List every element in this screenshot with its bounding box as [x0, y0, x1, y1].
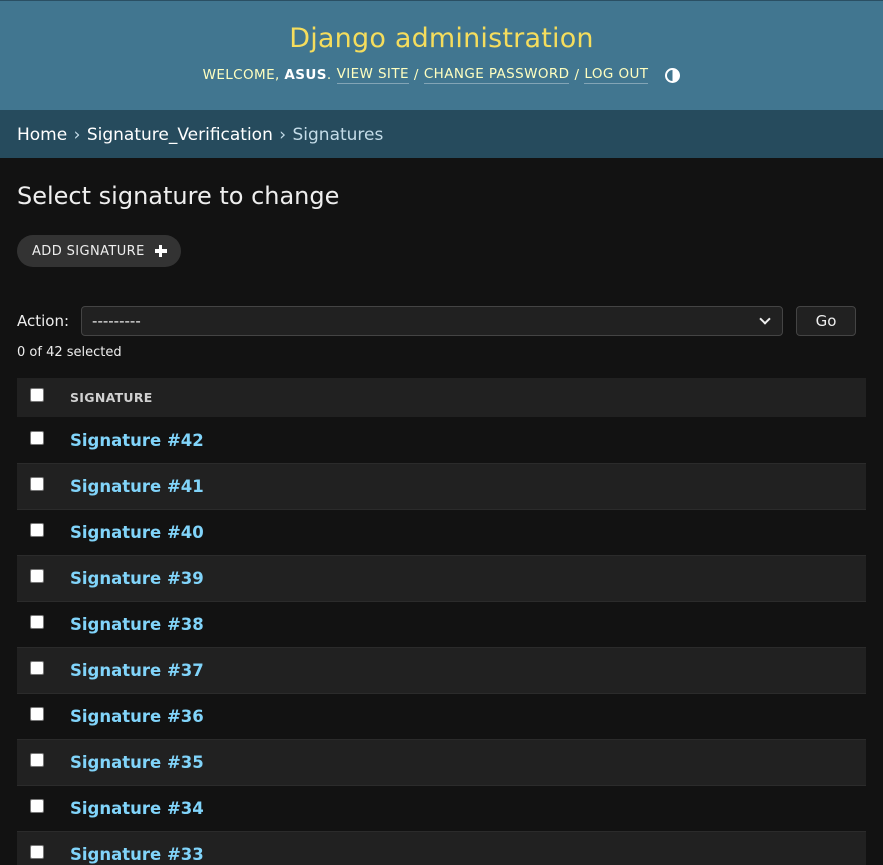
view-site-link[interactable]: VIEW SITE — [336, 66, 409, 84]
select-all-checkbox[interactable] — [30, 387, 44, 402]
signature-link[interactable]: Signature #42 — [70, 431, 204, 450]
breadcrumb-current: Signatures — [292, 125, 384, 145]
separator: / — [574, 67, 580, 83]
signature-link[interactable]: Signature #34 — [70, 799, 204, 818]
chevron-down-icon — [759, 312, 771, 325]
actions-bar: Action: --------- Go — [17, 306, 866, 336]
row-checkbox[interactable] — [30, 660, 44, 675]
row-checkbox[interactable] — [30, 844, 44, 859]
table-row: Signature #36 — [17, 694, 866, 740]
row-checkbox[interactable] — [30, 752, 44, 767]
change-password-link[interactable]: CHANGE PASSWORD — [423, 66, 570, 84]
table-row: Signature #41 — [17, 464, 866, 510]
action-selected-value: --------- — [92, 312, 141, 330]
signature-link[interactable]: Signature #40 — [70, 523, 204, 542]
add-signature-button[interactable]: ADD SIGNATURE — [17, 235, 181, 267]
breadcrumb-home[interactable]: Home — [17, 125, 67, 145]
row-checkbox[interactable] — [30, 614, 44, 629]
signature-link[interactable]: Signature #41 — [70, 477, 204, 496]
table-row: Signature #35 — [17, 740, 866, 786]
signature-link[interactable]: Signature #39 — [70, 569, 204, 588]
site-name[interactable]: Django administration — [0, 1, 883, 54]
action-label: Action: — [17, 312, 70, 330]
signature-link[interactable]: Signature #35 — [70, 753, 204, 772]
log-out-link[interactable]: LOG OUT — [584, 66, 649, 84]
theme-toggle-icon[interactable] — [665, 67, 681, 83]
username: ASUS — [284, 67, 327, 83]
site-header: Django administration WELCOME, ASUS. VIE… — [0, 0, 883, 110]
row-checkbox[interactable] — [30, 522, 44, 537]
table-header: SIGNATURE — [17, 378, 866, 418]
add-signature-label: ADD SIGNATURE — [32, 243, 145, 259]
table-row: Signature #42 — [17, 418, 866, 464]
selection-counter: 0 of 42 selected — [17, 345, 122, 360]
table-row: Signature #40 — [17, 510, 866, 556]
row-checkbox[interactable] — [30, 798, 44, 813]
table-row: Signature #39 — [17, 556, 866, 602]
row-checkbox[interactable] — [30, 706, 44, 721]
welcome-text: WELCOME, ASUS. — [202, 67, 332, 83]
signature-link[interactable]: Signature #37 — [70, 661, 204, 680]
separator: / — [413, 67, 419, 83]
row-checkbox[interactable] — [30, 476, 44, 491]
breadcrumb-app[interactable]: Signature_Verification — [87, 125, 273, 145]
table-row: Signature #38 — [17, 602, 866, 648]
action-select[interactable]: --------- — [81, 306, 784, 336]
table-row: Signature #37 — [17, 648, 866, 694]
result-list-table: SIGNATURE Signature #42 Signature #41 Si… — [17, 378, 866, 865]
breadcrumb-separator: › — [279, 125, 287, 145]
go-button[interactable]: Go — [796, 306, 857, 336]
row-checkbox[interactable] — [30, 568, 44, 583]
signature-link[interactable]: Signature #38 — [70, 615, 204, 634]
row-checkbox[interactable] — [30, 430, 44, 445]
signature-link[interactable]: Signature #36 — [70, 707, 204, 726]
breadcrumb-separator: › — [73, 125, 81, 145]
table-row: Signature #34 — [17, 786, 866, 832]
signature-link[interactable]: Signature #33 — [70, 845, 204, 864]
page-title: Select signature to change — [17, 182, 340, 210]
column-header-signature[interactable]: SIGNATURE — [70, 390, 153, 405]
user-tools: WELCOME, ASUS. VIEW SITE / CHANGE PASSWO… — [203, 66, 681, 84]
table-row: Signature #33 — [17, 832, 866, 865]
main-content: Select signature to change ADD SIGNATURE… — [0, 182, 883, 865]
plus-icon — [154, 245, 167, 257]
breadcrumb: Home › Signature_Verification › Signatur… — [0, 110, 883, 158]
